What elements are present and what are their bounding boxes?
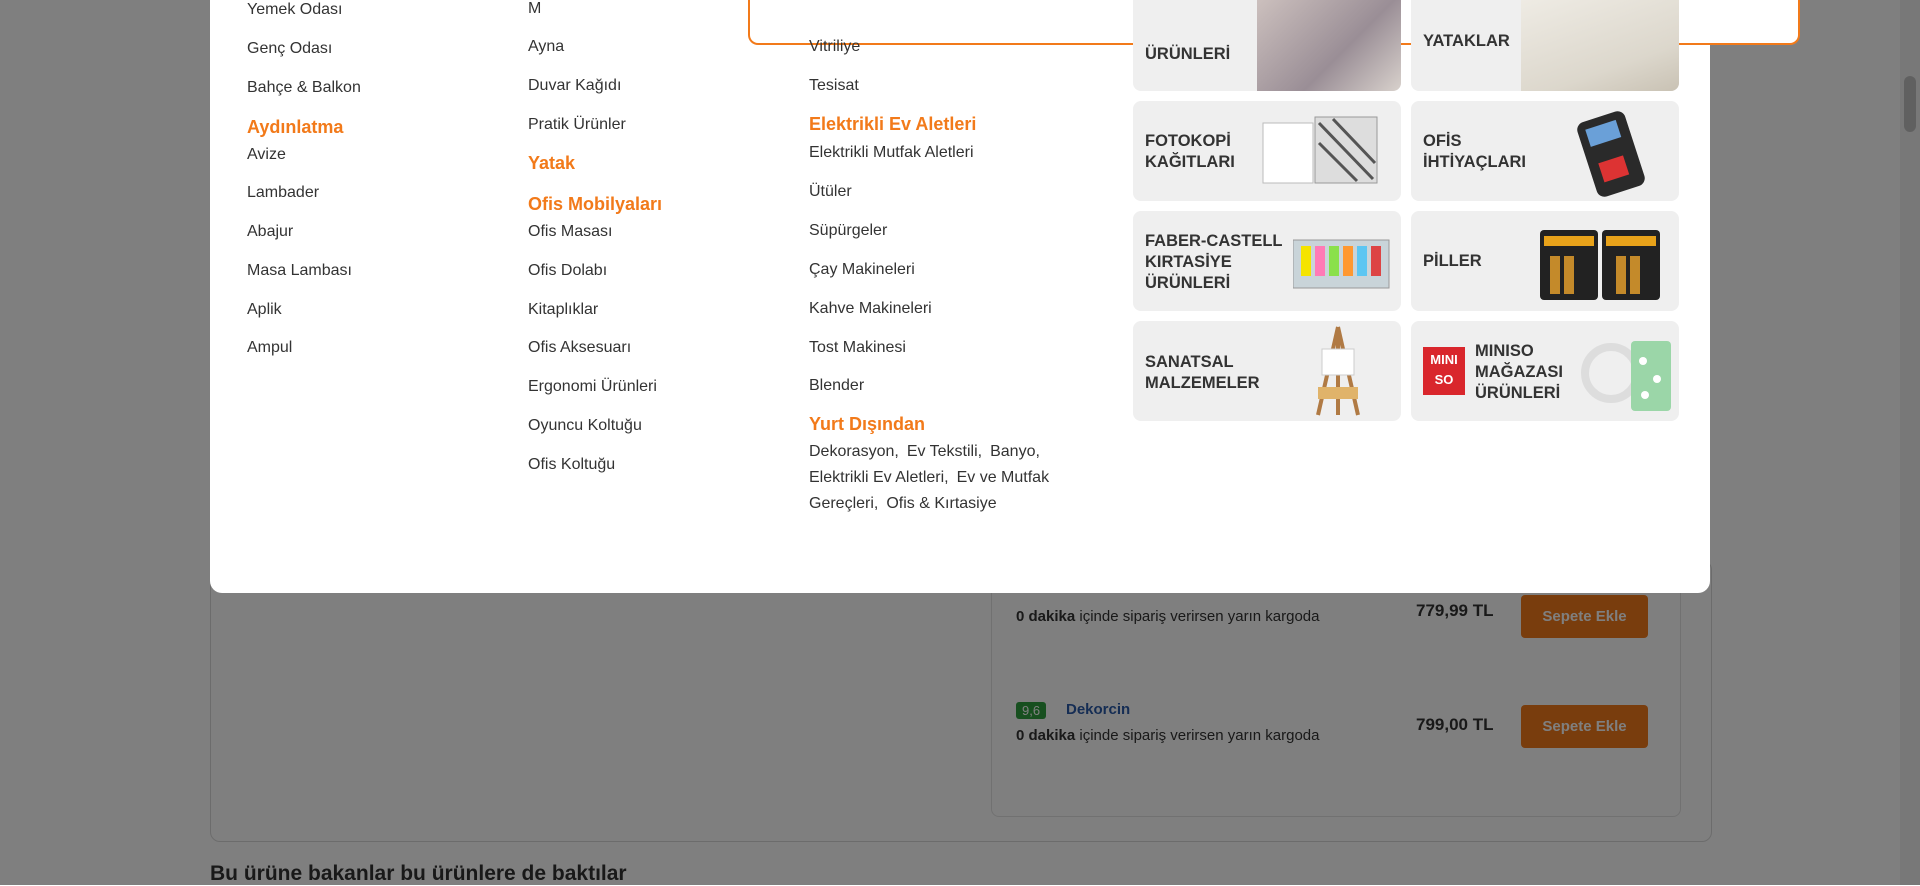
- menu-link[interactable]: Banyo,: [990, 443, 1040, 460]
- menu-link[interactable]: M: [528, 0, 541, 18]
- menu-link[interactable]: Ayna: [528, 38, 564, 56]
- menu-link[interactable]: Çay Makineleri: [809, 261, 915, 279]
- menu-link[interactable]: Ofis Dolabı: [528, 262, 607, 280]
- menu-link[interactable]: Ütüler: [809, 183, 852, 201]
- menu-link[interactable]: Ofis & Kırtasiye: [886, 495, 996, 512]
- abroad-links: Dekorasyon, Ev Tekstili, Banyo, Elektrikli…: [809, 439, 1059, 517]
- mattress-image: [1521, 0, 1679, 91]
- paper-box-image: [1262, 116, 1378, 184]
- menu-link[interactable]: Ofis Masası: [528, 223, 612, 241]
- menu-link[interactable]: Kitaplıklar: [528, 301, 598, 319]
- easel-image: [1316, 326, 1360, 416]
- menu-link[interactable]: Avize: [247, 146, 286, 164]
- promo-tile-faber-castell[interactable]: FABER-CASTELL KIRTASİYE ÜRÜNLERİ: [1133, 211, 1401, 311]
- menu-link[interactable]: Ev Tekstili,: [907, 443, 982, 460]
- menu-link[interactable]: Bahçe & Balkon: [247, 79, 361, 97]
- menu-link[interactable]: Ofis Koltuğu: [528, 456, 615, 474]
- promo-tile-batteries[interactable]: PİLLER: [1411, 211, 1679, 311]
- menu-link[interactable]: Lambader: [247, 184, 319, 202]
- promo-tile-miniso[interactable]: MINI SO MINISO MAĞAZASI ÜRÜNLERİ: [1411, 321, 1679, 421]
- menu-link[interactable]: Süpürgeler: [809, 222, 887, 240]
- menu-link[interactable]: Duvar Kağıdı: [528, 77, 621, 95]
- menu-link[interactable]: Genç Odası: [247, 40, 332, 58]
- menu-heading-bed[interactable]: Yatak: [528, 153, 575, 174]
- promo-tile-office-needs[interactable]: OFİS İHTİYAÇLARI: [1411, 101, 1679, 201]
- menu-link[interactable]: Elektrikli Mutfak Aletleri: [809, 144, 974, 162]
- menu-link[interactable]: Kahve Makineleri: [809, 300, 932, 318]
- menu-heading-appliances[interactable]: Elektrikli Ev Aletleri: [809, 114, 976, 135]
- promo-tile-textile[interactable]: ÜRÜNLERİ: [1133, 0, 1401, 91]
- menu-link[interactable]: Abajur: [247, 223, 293, 241]
- menu-link[interactable]: Yemek Odası: [247, 1, 342, 19]
- textile-image: [1257, 0, 1401, 91]
- miniso-logo: MINI SO: [1423, 347, 1465, 395]
- menu-link[interactable]: Oyuncu Koltuğu: [528, 417, 642, 435]
- promo-tile-art-supplies[interactable]: SANATSAL MALZEMELER: [1133, 321, 1401, 421]
- highlighters-image: [1293, 239, 1390, 289]
- menu-link[interactable]: Blender: [809, 377, 864, 395]
- menu-link[interactable]: Masa Lambası: [247, 262, 352, 280]
- batteries-image: [1540, 230, 1660, 300]
- menu-heading-abroad[interactable]: Yurt Dışından: [809, 414, 925, 435]
- menu-link[interactable]: Tost Makinesi: [809, 339, 906, 357]
- category-mega-menu: Yemek Odası Genç Odası Bahçe & Balkon Ay…: [210, 0, 1800, 593]
- menu-link[interactable]: Elektrikli Ev Aletleri,: [809, 469, 949, 486]
- pos-terminal-image: [1577, 111, 1645, 197]
- menu-link[interactable]: Vitriliye: [809, 38, 860, 56]
- menu-link[interactable]: Aplik: [247, 301, 282, 319]
- menu-link[interactable]: Ampul: [247, 339, 292, 357]
- menu-link[interactable]: Dekorasyon,: [809, 443, 899, 460]
- promo-tile-mattress[interactable]: YATAKLAR: [1411, 0, 1679, 91]
- promo-tile-copy-paper[interactable]: FOTOKOPİ KAĞITLARI: [1133, 101, 1401, 201]
- menu-link[interactable]: Pratik Ürünler: [528, 116, 626, 134]
- menu-link[interactable]: Tesisat: [809, 77, 859, 95]
- menu-heading-lighting[interactable]: Aydınlatma: [247, 117, 343, 138]
- miniso-image: [1581, 341, 1671, 411]
- menu-heading-office-furniture[interactable]: Ofis Mobilyaları: [528, 194, 662, 215]
- menu-link[interactable]: Ergonomi Ürünleri: [528, 378, 657, 396]
- menu-link[interactable]: Ofis Aksesuarı: [528, 339, 631, 357]
